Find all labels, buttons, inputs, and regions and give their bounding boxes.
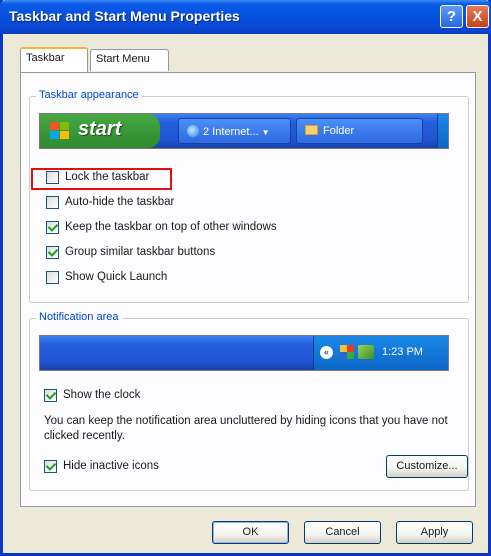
- group-buttons-checkbox[interactable]: [46, 245, 59, 259]
- properties-dialog: Taskbar and Start Menu Properties ? X Ta…: [0, 0, 491, 556]
- ok-button[interactable]: OK: [212, 521, 289, 544]
- start-button-preview: start: [40, 114, 160, 148]
- show-clock-label: Show the clock: [63, 389, 141, 401]
- system-tray-preview: « 1:23 PM: [313, 336, 448, 370]
- notification-area-group: Notification area « 1:23 PM Show the clo…: [29, 311, 469, 491]
- quick-launch-checkbox[interactable]: [46, 270, 59, 284]
- internet-explorer-icon: [187, 125, 199, 137]
- quick-launch-label: Show Quick Launch: [65, 271, 168, 283]
- notification-info-text: You can keep the notification area unclu…: [44, 415, 448, 442]
- hide-inactive-option[interactable]: Hide inactive icons: [44, 457, 159, 475]
- tray-app-icon: [340, 345, 354, 359]
- apply-button[interactable]: Apply: [396, 521, 473, 544]
- cancel-button[interactable]: Cancel: [304, 521, 381, 544]
- tray-network-icon: [358, 345, 374, 359]
- taskbar-button-folder: Folder: [296, 118, 423, 144]
- show-clock-option[interactable]: Show the clock: [44, 386, 140, 404]
- folder-icon: [305, 125, 318, 135]
- auto-hide-label: Auto-hide the taskbar: [65, 196, 175, 208]
- taskbar-preview: start 2 Internet... ▼ Folder: [39, 113, 449, 149]
- notification-area-label: Notification area: [36, 311, 122, 323]
- auto-hide-option[interactable]: Auto-hide the taskbar: [46, 193, 174, 211]
- keep-on-top-option[interactable]: Keep the taskbar on top of other windows: [46, 218, 277, 236]
- group-buttons-option[interactable]: Group similar taskbar buttons: [46, 243, 215, 261]
- show-clock-checkbox[interactable]: [44, 388, 57, 402]
- quick-launch-option[interactable]: Show Quick Launch: [46, 268, 167, 286]
- taskbar-button-internet-label: 2 Internet...: [203, 126, 259, 138]
- keep-on-top-label: Keep the taskbar on top of other windows: [65, 221, 277, 233]
- chevron-down-icon: ▼: [261, 128, 270, 137]
- tray-edge-preview: [437, 114, 448, 148]
- close-button[interactable]: X: [466, 5, 489, 28]
- lock-taskbar-highlight: [31, 168, 172, 190]
- show-hidden-icons-icon: «: [320, 346, 333, 359]
- help-button[interactable]: ?: [440, 5, 463, 28]
- window-title: Taskbar and Start Menu Properties: [9, 8, 240, 24]
- taskbar-appearance-label: Taskbar appearance: [36, 89, 142, 101]
- auto-hide-checkbox[interactable]: [46, 195, 59, 209]
- tray-clock: 1:23 PM: [382, 346, 423, 358]
- tab-taskbar[interactable]: Taskbar: [20, 47, 88, 72]
- windows-flag-icon: [50, 122, 70, 140]
- hide-inactive-label: Hide inactive icons: [63, 460, 159, 472]
- notification-preview: « 1:23 PM: [39, 335, 449, 371]
- keep-on-top-checkbox[interactable]: [46, 220, 59, 234]
- customize-button[interactable]: Customize...: [386, 455, 468, 478]
- start-label: start: [78, 118, 122, 140]
- title-bar[interactable]: Taskbar and Start Menu Properties ? X: [0, 0, 491, 34]
- taskbar-appearance-group: Taskbar appearance start 2 Internet... ▼ …: [29, 89, 469, 303]
- taskbar-button-folder-label: Folder: [323, 125, 355, 137]
- hide-inactive-checkbox[interactable]: [44, 459, 57, 473]
- tab-panel: Taskbar appearance start 2 Internet... ▼ …: [20, 72, 476, 507]
- tab-start-menu[interactable]: Start Menu: [90, 49, 169, 71]
- taskbar-button-internet: 2 Internet... ▼: [178, 118, 291, 144]
- group-buttons-label: Group similar taskbar buttons: [65, 246, 216, 258]
